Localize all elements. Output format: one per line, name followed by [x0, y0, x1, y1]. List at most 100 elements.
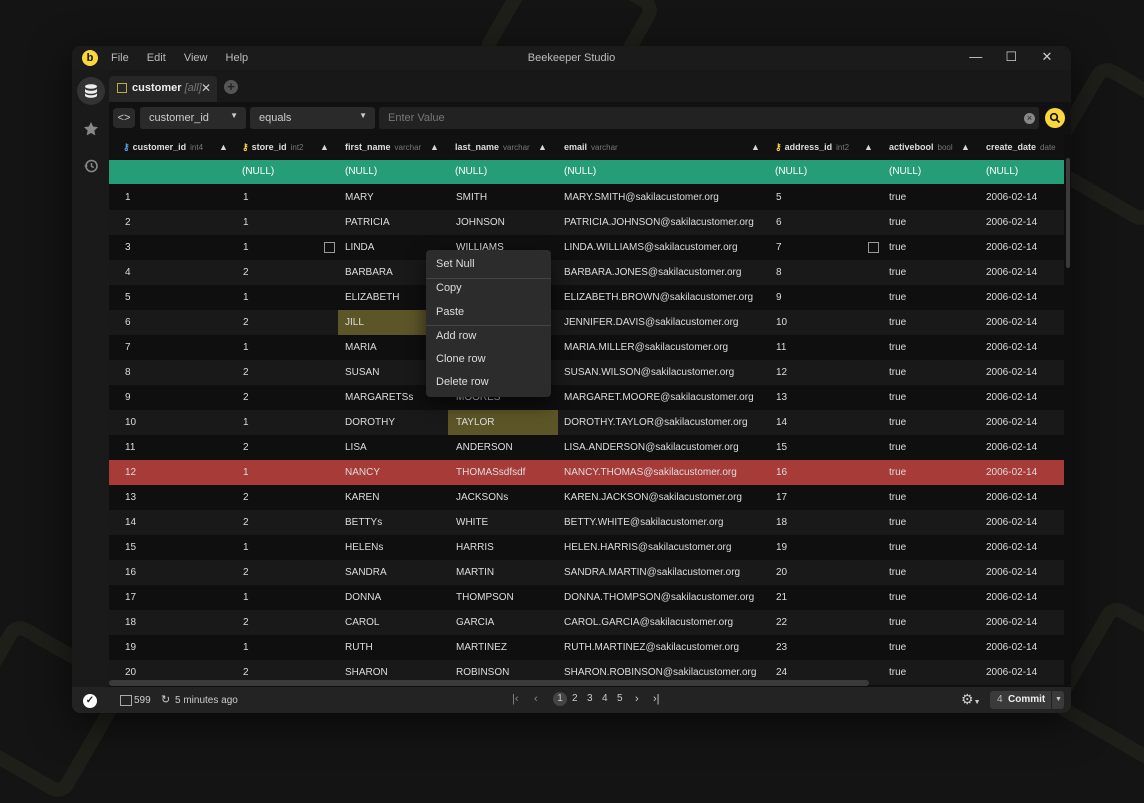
- cell-activebool[interactable]: true: [889, 510, 906, 535]
- sort-icon[interactable]: ▲: [219, 142, 228, 152]
- cell-first-name[interactable]: RUTH: [345, 635, 373, 660]
- cell-store-id[interactable]: 2: [243, 435, 249, 460]
- cell-activebool[interactable]: true: [889, 310, 906, 335]
- cell-activebool[interactable]: true: [889, 560, 906, 585]
- edit-cell-icon[interactable]: [868, 242, 879, 253]
- filter-cell-store-id[interactable]: (NULL): [242, 160, 274, 184]
- cell-first-name[interactable]: DONNA: [345, 585, 381, 610]
- filter-cell-activebool[interactable]: (NULL): [889, 160, 921, 184]
- table-row[interactable]: 16 2 SANDRA MARTIN SANDRA.MARTIN@sakilacusto…: [109, 560, 1064, 585]
- filter-cell-last-name[interactable]: (NULL): [455, 160, 487, 184]
- cell-address-id[interactable]: 5: [776, 185, 782, 210]
- table-row[interactable]: 14 2 BETTYs WHITE BETTY.WHITE@sakilacustomer…: [109, 510, 1064, 535]
- cell-first-name[interactable]: ELIZABETH: [345, 285, 399, 310]
- table-row[interactable]: 9 2 MARGARETSs MOORES MARGARET.MOORE@sakilac…: [109, 385, 1064, 410]
- star-icon[interactable]: [77, 115, 105, 143]
- commit-button[interactable]: 4 Commit ▼: [990, 691, 1064, 709]
- cell-store-id[interactable]: 1: [243, 285, 249, 310]
- menu-item-clone-row[interactable]: Clone row: [436, 353, 486, 365]
- table-row[interactable]: 13 2 KAREN JACKSONs KAREN.JACKSON@sakilacust…: [109, 485, 1064, 510]
- cell-email[interactable]: MARY.SMITH@sakilacustomer.org: [564, 185, 719, 210]
- cell-customer-id[interactable]: 1: [125, 185, 131, 210]
- cell-customer-id[interactable]: 19: [125, 635, 136, 660]
- cell-first-name[interactable]: DOROTHY: [345, 410, 395, 435]
- cell-address-id[interactable]: 20: [776, 560, 787, 585]
- cell-create-date[interactable]: 2006-02-14: [986, 335, 1037, 360]
- table-row[interactable]: 71MARIAMILLERMARIA.MILLER@sakilacustomer…: [109, 335, 1064, 360]
- table-row[interactable]: 18 2 CAROL GARCIA CAROL.GARCIA@sakilacustome…: [109, 610, 1064, 635]
- vertical-scrollbar[interactable]: [1066, 158, 1070, 268]
- cell-email[interactable]: SANDRA.MARTIN@sakilacustomer.org: [564, 560, 740, 585]
- cell-customer-id[interactable]: 14: [125, 510, 136, 535]
- cell-email[interactable]: JENNIFER.DAVIS@sakilacustomer.org: [564, 310, 738, 335]
- table-row[interactable]: 51ELIZABETHBROWNELIZABETH.BROWN@sakilacu…: [109, 285, 1064, 310]
- cell-customer-id[interactable]: 9: [125, 385, 131, 410]
- cell-customer-id[interactable]: 11: [125, 435, 135, 460]
- cell-email[interactable]: SUSAN.WILSON@sakilacustomer.org: [564, 360, 734, 385]
- cell-activebool[interactable]: true: [889, 535, 906, 560]
- sort-icon[interactable]: ▲: [961, 142, 970, 152]
- cell-customer-id[interactable]: 8: [125, 360, 131, 385]
- table-row[interactable]: 3 1 LINDA WILLIAMS LINDA.WILLIAMS@sakilacust…: [109, 235, 1064, 260]
- cell-store-id[interactable]: 1: [243, 635, 249, 660]
- cell-store-id[interactable]: 2: [243, 560, 249, 585]
- horizontal-scrollbar[interactable]: [109, 680, 869, 686]
- table-row[interactable]: 15 1 HELENs HARRIS HELEN.HARRIS@sakilacustom…: [109, 535, 1064, 560]
- cell-create-date[interactable]: 2006-02-14: [986, 510, 1037, 535]
- table-row[interactable]: 42BARBARAJONESBARBARA.JONES@sakilacustom…: [109, 260, 1064, 285]
- cell-email[interactable]: KAREN.JACKSON@sakilacustomer.org: [564, 485, 742, 510]
- filter-cell-email[interactable]: (NULL): [564, 160, 596, 184]
- cell-address-id[interactable]: 9: [776, 285, 782, 310]
- cell-store-id[interactable]: 2: [243, 610, 249, 635]
- table-row[interactable]: 17 1 DONNA THOMPSON DONNA.THOMPSON@sakilacus…: [109, 585, 1064, 610]
- cell-email[interactable]: HELEN.HARRIS@sakilacustomer.org: [564, 535, 731, 560]
- refresh-icon[interactable]: ↻: [161, 693, 170, 706]
- cell-activebool[interactable]: true: [889, 435, 906, 460]
- cell-email[interactable]: LINDA.WILLIAMS@sakilacustomer.org: [564, 235, 738, 260]
- page-1[interactable]: 1: [553, 692, 567, 706]
- page-4[interactable]: 4: [602, 693, 608, 704]
- menu-item-delete-row[interactable]: Delete row: [436, 376, 489, 388]
- cell-address-id[interactable]: 23: [776, 635, 787, 660]
- cell-last-name[interactable]: GARCIA: [456, 610, 494, 635]
- cell-customer-id[interactable]: 16: [125, 560, 136, 585]
- cell-address-id[interactable]: 19: [776, 535, 787, 560]
- cell-create-date[interactable]: 2006-02-14: [986, 410, 1037, 435]
- cell-customer-id[interactable]: 10: [125, 410, 136, 435]
- menu-item-set-null[interactable]: Set Null: [436, 258, 475, 270]
- cell-create-date[interactable]: 2006-02-14: [986, 460, 1037, 485]
- cell-store-id[interactable]: 1: [243, 460, 249, 485]
- menu-item-paste[interactable]: Paste: [436, 306, 464, 318]
- cell-email[interactable]: ELIZABETH.BROWN@sakilacustomer.org: [564, 285, 753, 310]
- cell-activebool[interactable]: true: [889, 610, 906, 635]
- search-button[interactable]: [1045, 108, 1065, 128]
- history-icon[interactable]: [77, 152, 105, 180]
- cell-activebool[interactable]: true: [889, 485, 906, 510]
- close-window-button[interactable]: ✕: [1031, 49, 1063, 65]
- cell-address-id[interactable]: 17: [776, 485, 787, 510]
- next-page-icon[interactable]: ›: [635, 693, 639, 705]
- gear-icon[interactable]: ⚙▼: [961, 691, 981, 708]
- cell-first-name[interactable]: BETTYs: [345, 510, 382, 535]
- page-5[interactable]: 5: [617, 693, 623, 704]
- cell-email[interactable]: MARGARET.MOORE@sakilacustomer.org: [564, 385, 754, 410]
- cell-create-date[interactable]: 2006-02-14: [986, 535, 1037, 560]
- cell-create-date[interactable]: 2006-02-14: [986, 660, 1037, 685]
- cell-create-date[interactable]: 2006-02-14: [986, 185, 1037, 210]
- filter-column-select[interactable]: customer_id ▼: [140, 107, 246, 129]
- cell-last-name[interactable]: TAYLOR: [448, 410, 558, 435]
- close-tab-icon[interactable]: ✕: [201, 81, 211, 95]
- cell-store-id[interactable]: 1: [243, 585, 249, 610]
- cell-last-name[interactable]: SMITH: [456, 185, 487, 210]
- cell-activebool[interactable]: true: [889, 210, 906, 235]
- filter-cell-create-date[interactable]: (NULL): [986, 160, 1018, 184]
- cell-address-id[interactable]: 12: [776, 360, 787, 385]
- cell-store-id[interactable]: 2: [243, 485, 249, 510]
- edit-cell-icon[interactable]: [324, 242, 335, 253]
- cell-store-id[interactable]: 1: [243, 185, 249, 210]
- cell-first-name[interactable]: MARGARETSs: [345, 385, 413, 410]
- cell-store-id[interactable]: 1: [243, 210, 249, 235]
- cell-customer-id[interactable]: 13: [125, 485, 136, 510]
- cell-last-name[interactable]: JOHNSON: [456, 210, 505, 235]
- table-row[interactable]: 12 1 NANCY THOMASsdfsdf NANCY.THOMAS@sakilac…: [109, 460, 1064, 485]
